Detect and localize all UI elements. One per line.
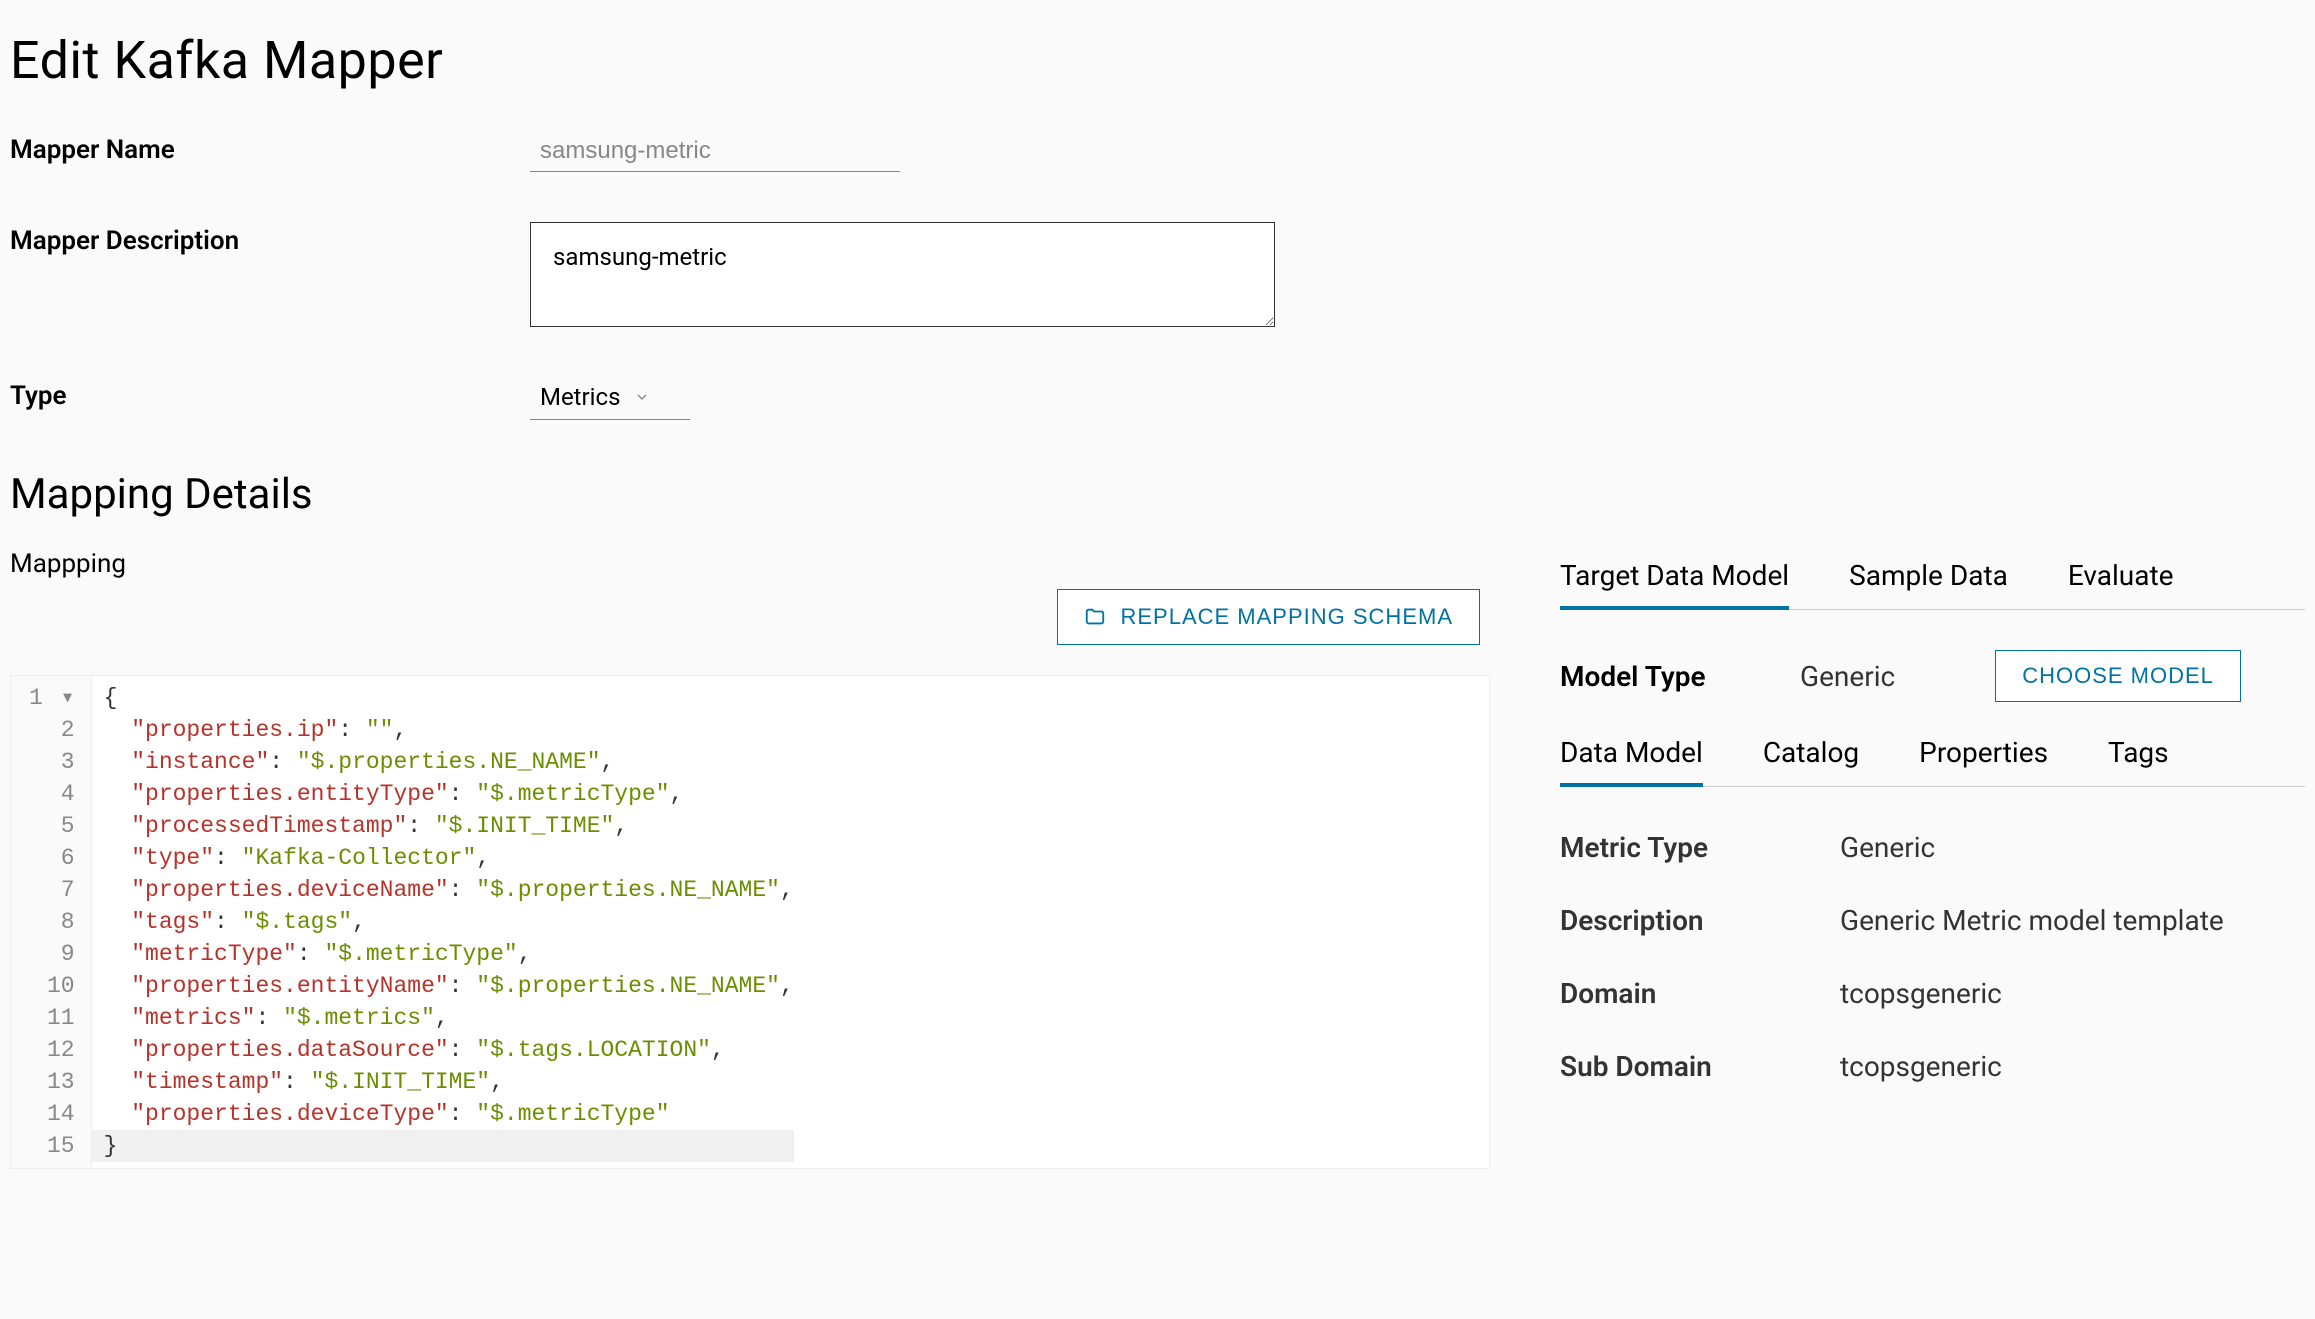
line-number: 13 xyxy=(29,1066,79,1098)
tab-evaluate[interactable]: Evaluate xyxy=(2068,559,2174,609)
line-number: 6 xyxy=(29,842,79,874)
code-line[interactable]: "properties.deviceType": "$.metricType" xyxy=(104,1098,794,1130)
code-line[interactable]: "metrics": "$.metrics", xyxy=(104,1002,794,1034)
line-number: 12 xyxy=(29,1034,79,1066)
field-value: tcopsgeneric xyxy=(1840,977,2002,1010)
code-line[interactable]: "properties.dataSource": "$.tags.LOCATIO… xyxy=(104,1034,794,1066)
line-number: 8 xyxy=(29,906,79,938)
subtab-tags[interactable]: Tags xyxy=(2108,736,2169,786)
code-line[interactable]: "tags": "$.tags", xyxy=(104,906,794,938)
line-number: 15 xyxy=(29,1130,79,1162)
line-number: 14 xyxy=(29,1098,79,1130)
model-type-label: Model Type xyxy=(1560,660,1730,693)
right-tabs: Target Data Model Sample Data Evaluate xyxy=(1560,559,2305,610)
editor-code[interactable]: { "properties.ip": "", "instance": "$.pr… xyxy=(92,676,806,1168)
line-number: 4 xyxy=(29,778,79,810)
line-number: 10 xyxy=(29,970,79,1002)
field-value: Generic Metric model template xyxy=(1840,904,2224,937)
tab-sample-data[interactable]: Sample Data xyxy=(1849,559,2008,609)
field-label: Metric Type xyxy=(1560,831,1840,864)
line-number: 9 xyxy=(29,938,79,970)
tab-target-data-model[interactable]: Target Data Model xyxy=(1560,559,1789,610)
type-label: Type xyxy=(10,377,530,411)
code-editor[interactable]: 1 ▾23456789101112131415 { "properties.ip… xyxy=(10,675,1490,1169)
mapper-desc-textarea[interactable] xyxy=(530,222,1275,327)
mapper-name-input[interactable] xyxy=(530,131,900,172)
data-model-fields: Metric TypeGenericDescriptionGeneric Met… xyxy=(1560,831,2305,1083)
line-number: 7 xyxy=(29,874,79,906)
type-value: Metrics xyxy=(540,383,620,411)
code-line[interactable]: "properties.entityType": "$.metricType", xyxy=(104,778,794,810)
line-number: 2 xyxy=(29,714,79,746)
mapping-sublabel: Mappping xyxy=(10,549,1490,579)
code-line[interactable]: "properties.entityName": "$.properties.N… xyxy=(104,970,794,1002)
subtabs: Data Model Catalog Properties Tags xyxy=(1560,736,2305,787)
code-line[interactable]: "properties.deviceName": "$.properties.N… xyxy=(104,874,794,906)
replace-mapping-schema-button[interactable]: REPLACE MAPPING SCHEMA xyxy=(1057,589,1480,645)
model-type-value: Generic xyxy=(1800,660,1895,693)
code-line[interactable]: "properties.ip": "", xyxy=(104,714,794,746)
replace-btn-label: REPLACE MAPPING SCHEMA xyxy=(1120,604,1453,630)
page-title: Edit Kafka Mapper xyxy=(10,30,2305,91)
chevron-down-icon xyxy=(634,383,650,411)
mapper-name-label: Mapper Name xyxy=(10,131,530,165)
code-line[interactable]: "timestamp": "$.INIT_TIME", xyxy=(104,1066,794,1098)
line-number: 3 xyxy=(29,746,79,778)
subtab-properties[interactable]: Properties xyxy=(1919,736,2048,786)
choose-model-button[interactable]: CHOOSE MODEL xyxy=(1995,650,2241,702)
code-line[interactable]: "metricType": "$.metricType", xyxy=(104,938,794,970)
code-line[interactable]: { xyxy=(104,682,794,714)
mapping-details-title: Mapping Details xyxy=(10,470,2305,519)
field-label: Domain xyxy=(1560,977,1840,1010)
code-line[interactable]: } xyxy=(92,1130,794,1162)
line-number: 11 xyxy=(29,1002,79,1034)
editor-gutter: 1 ▾23456789101112131415 xyxy=(11,676,92,1168)
field-row: Sub Domaintcopsgeneric xyxy=(1560,1050,2305,1083)
mapper-desc-label: Mapper Description xyxy=(10,222,530,256)
code-line[interactable]: "processedTimestamp": "$.INIT_TIME", xyxy=(104,810,794,842)
field-value: Generic xyxy=(1840,831,1935,864)
field-value: tcopsgeneric xyxy=(1840,1050,2002,1083)
folder-icon xyxy=(1084,606,1106,628)
line-number: 5 xyxy=(29,810,79,842)
field-row: Domaintcopsgeneric xyxy=(1560,977,2305,1010)
field-row: DescriptionGeneric Metric model template xyxy=(1560,904,2305,937)
code-line[interactable]: "type": "Kafka-Collector", xyxy=(104,842,794,874)
subtab-catalog[interactable]: Catalog xyxy=(1763,736,1859,786)
field-row: Metric TypeGeneric xyxy=(1560,831,2305,864)
type-select[interactable]: Metrics xyxy=(530,377,690,420)
subtab-data-model[interactable]: Data Model xyxy=(1560,736,1703,787)
field-label: Sub Domain xyxy=(1560,1050,1840,1083)
code-line[interactable]: "instance": "$.properties.NE_NAME", xyxy=(104,746,794,778)
line-number: 1 ▾ xyxy=(29,682,79,714)
field-label: Description xyxy=(1560,904,1840,937)
